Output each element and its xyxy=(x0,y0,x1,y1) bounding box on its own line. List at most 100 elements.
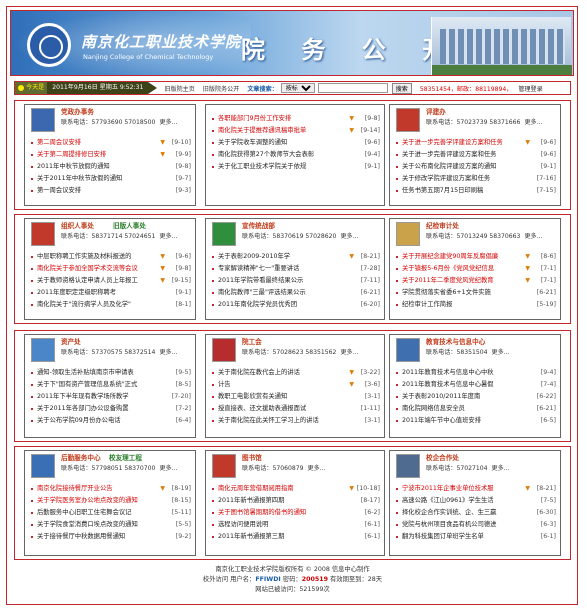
list-item[interactable]: 2011年新书通报第三期 [6-1] xyxy=(212,531,380,543)
list-item[interactable]: 关于教师资格认定申请人员上年报工 ▼ [9-15] xyxy=(31,275,191,287)
panel-title[interactable]: 党政办事务 xyxy=(61,106,94,116)
list-item[interactable]: 2011年新书通报第四期 [8-17] xyxy=(212,495,380,507)
news-title[interactable]: 2011年学院带看最终结果公示 xyxy=(218,275,356,287)
list-item[interactable]: 南化院关于提推荐通讯稿审批单 ▼ [9-14] xyxy=(212,125,380,137)
list-item[interactable]: 关于公布南化院评建设方案的通知 [9-1] xyxy=(396,161,556,173)
news-title[interactable]: 纪检审计工作简报 xyxy=(402,299,532,311)
news-title[interactable]: 各职能部门9月份工作安排 xyxy=(218,113,347,125)
panel-title[interactable]: 图书馆 xyxy=(242,452,262,462)
list-item[interactable]: 关于学院食堂消费口埃点改变的通知 [5-5] xyxy=(31,519,191,531)
list-item[interactable]: 2011年中秋节放假的通知 [9-8] xyxy=(31,161,191,173)
list-item[interactable]: 选程访问便用说明 [6-1] xyxy=(212,519,380,531)
news-title[interactable]: 2011年新书通报第三期 xyxy=(218,531,356,543)
news-title[interactable]: 计告 xyxy=(218,379,347,391)
news-title[interactable]: 2011年新书通报第四期 xyxy=(218,495,356,507)
news-title[interactable]: 关于开展纪念建党90周年反腐倡廉 xyxy=(402,251,523,263)
list-item[interactable]: 纪检审计工作简报 [5-19] xyxy=(396,299,556,311)
search-type-select[interactable]: 按标题 xyxy=(280,83,315,93)
list-item[interactable]: 2011年学院带看最终结果公示 [7-11] xyxy=(212,275,380,287)
list-item[interactable]: 关于修改学院评建设方案和任务 [7-16] xyxy=(396,173,556,185)
news-title[interactable]: 南化院网络信息安全员 xyxy=(402,403,532,415)
list-item[interactable]: 翻为科技集团订单班学生名单 [6-1] xyxy=(396,531,556,543)
list-item[interactable]: 各职能部门9月份工作安排 ▼ [9-8] xyxy=(212,113,380,125)
panel-title[interactable]: 纪检审计处 xyxy=(426,220,459,230)
news-title[interactable]: 关于南化院在教代会上的讲话 xyxy=(218,367,347,379)
list-item[interactable]: 关于接待餐厅中秋数据用餐通知 [9-2] xyxy=(31,531,191,543)
list-item[interactable]: 关于开展纪念建党90周年反腐倡廉 ▼ [8-6] xyxy=(396,251,556,263)
news-title[interactable]: 关于2011年各部门办公设备购置 xyxy=(37,403,167,415)
more-link[interactable]: 更多... xyxy=(159,119,177,126)
list-item[interactable]: 宁波市2011年企事业单位技术服 ▼ [8-21] xyxy=(396,483,556,495)
news-title[interactable]: 选程访问便用说明 xyxy=(218,519,356,531)
news-title[interactable]: 中层职称聘工作实施及材料报送的 xyxy=(37,251,158,263)
list-item[interactable]: 南化元周年营借期阅用指南 ▼ [10-18] xyxy=(212,483,380,495)
news-title[interactable]: 关于公布南化院评建设方案的通知 xyxy=(402,161,532,173)
news-title[interactable]: 2011年教育技术与信息中心暑假 xyxy=(402,379,532,391)
more-link[interactable]: 更多... xyxy=(340,349,358,356)
news-title[interactable]: 关于进一步完善学评建设方案和任务 xyxy=(402,137,523,149)
news-title[interactable]: 后勤服务中心旧职工住宅舞会议记 xyxy=(37,507,167,519)
list-item[interactable]: 关于2011年各部门办公设备购置 [7-2] xyxy=(31,403,191,415)
list-item[interactable]: 南化院关于参加全国学术交流等会议 ▼ [9-8] xyxy=(31,263,191,275)
more-link[interactable]: 更多... xyxy=(492,349,510,356)
more-link[interactable]: 更多... xyxy=(340,233,358,240)
list-item[interactable]: 学院贯彻落实省委6+1文件实施 [6-21] xyxy=(396,287,556,299)
more-link[interactable]: 更多... xyxy=(159,465,177,472)
news-title[interactable]: 关于表彰2009-2010年学 xyxy=(218,251,347,263)
list-item[interactable]: 关于镇报5-6月份《党风党纪信息 ▼ [7-1] xyxy=(396,263,556,275)
list-item[interactable]: 关于图书馆暑期期的借书的通知 [6-2] xyxy=(212,507,380,519)
news-title[interactable]: 关于南化院在此关怀工学习上的讲话 xyxy=(218,415,356,427)
list-item[interactable]: 高速公路《江山0961》学生生活 [7-5] xyxy=(396,495,556,507)
news-title[interactable]: 高速公路《江山0961》学生生活 xyxy=(402,495,532,507)
news-title[interactable]: 关于公布学院09月份办公电话 xyxy=(37,415,167,427)
panel-title[interactable]: 教育技术与信息中心 xyxy=(426,336,485,346)
more-link[interactable]: 更多... xyxy=(159,349,177,356)
list-item[interactable]: 关于化工职业技术学院关于依规 [9-1] xyxy=(212,161,380,173)
search-input[interactable] xyxy=(317,83,388,93)
news-title[interactable]: 党院与杭州项目食品有机公司德进 xyxy=(402,519,532,531)
list-item[interactable]: 关于进一步完善评建设方案和任务 [9-6] xyxy=(396,149,556,161)
news-title[interactable]: 2011年度职定定级职称聘考 xyxy=(37,287,167,299)
list-item[interactable]: 2011年教育技术与信息中心中秋 [9-4] xyxy=(396,367,556,379)
list-item[interactable]: 第一周会议安排 [9-3] xyxy=(31,185,191,197)
panel-title[interactable]: 院工会 xyxy=(242,336,262,346)
list-item[interactable]: 任务书第五期7月15日印刷稿 [7-15] xyxy=(396,185,556,197)
panel-title[interactable]: 资产处 xyxy=(61,336,81,346)
news-title[interactable]: 通知-领取生活补贴填南京市申请表 xyxy=(37,367,167,379)
news-title[interactable]: 2011年中秋节放假的通知 xyxy=(37,161,167,173)
list-item[interactable]: 2011年端午节中心值班安排 [6-5] xyxy=(396,415,556,427)
list-item[interactable]: 关于表彰2010/2011年度南 [6-22] xyxy=(396,391,556,403)
list-item[interactable]: 2011年下半年现有教学场所教学 [7-20] xyxy=(31,391,191,403)
list-item[interactable]: 2011年教育技术与信息中心暑假 [7-4] xyxy=(396,379,556,391)
news-title[interactable]: 关于学院医务室办公地点改变的通知 xyxy=(37,495,167,507)
news-title[interactable]: 南化院教师"三最"评选结果公示 xyxy=(218,287,356,299)
news-title[interactable]: 关于镇报5-6月份《党风党纪信息 xyxy=(402,263,523,275)
news-title[interactable]: 授直接表、还文援助表通报面试 xyxy=(218,403,356,415)
news-title[interactable]: 翻为科技集团订单班学生名单 xyxy=(402,531,532,543)
list-item[interactable]: 关于南化院在教代会上的讲话 ▼ [3-22] xyxy=(212,367,380,379)
list-item[interactable]: 南化院教师"三最"评选结果公示 [6-21] xyxy=(212,287,380,299)
news-title[interactable]: 南京化院接待餐厅开业公告 xyxy=(37,483,158,495)
panel-title[interactable]: 宣传统战部 xyxy=(242,220,275,230)
more-link[interactable]: 更多... xyxy=(308,465,326,472)
news-title[interactable]: 关于表彰2010/2011年度南 xyxy=(402,391,532,403)
news-title[interactable]: 第二周会议安排 xyxy=(37,137,158,149)
news-title[interactable]: 关于接待餐厅中秋数据用餐通知 xyxy=(37,531,167,543)
list-item[interactable]: 关于2011年二季度党风党纪教育 ▼ [7-1] xyxy=(396,275,556,287)
list-item[interactable]: 中层职称聘工作实施及材料报送的 ▼ [9-6] xyxy=(31,251,191,263)
news-title[interactable]: 2011年教育技术与信息中心中秋 xyxy=(402,367,532,379)
news-title[interactable]: 南化元周年营借期阅用指南 xyxy=(218,483,347,495)
news-title[interactable]: 关于化工职业技术学院关于依规 xyxy=(218,161,356,173)
list-item[interactable]: 党院与杭州项目食品有机公司德进 [6-3] xyxy=(396,519,556,531)
news-title[interactable]: 2011年端午节中心值班安排 xyxy=(402,415,532,427)
news-title[interactable]: 南化院获得第27个教师节大会表彰 xyxy=(218,149,356,161)
list-item[interactable]: 专家解读精神"七一"重要讲话 [7-28] xyxy=(212,263,380,275)
list-item[interactable]: 关于第二周提排修日安排 ▼ [9-9] xyxy=(31,149,191,161)
list-item[interactable]: 教职工电影欣赏有关通知 [3-1] xyxy=(212,391,380,403)
panel-subtitle[interactable]: 旧版人事处 xyxy=(113,220,146,230)
more-link[interactable]: 更多... xyxy=(524,119,542,126)
list-item[interactable]: 2011年南化院学党员优秀团 [6-20] xyxy=(212,299,380,311)
news-title[interactable]: 宁波市2011年企事业单位技术服 xyxy=(402,483,523,495)
more-link[interactable]: 更多... xyxy=(159,233,177,240)
news-title[interactable]: 南化院关于参加全国学术交流等会议 xyxy=(37,263,158,275)
